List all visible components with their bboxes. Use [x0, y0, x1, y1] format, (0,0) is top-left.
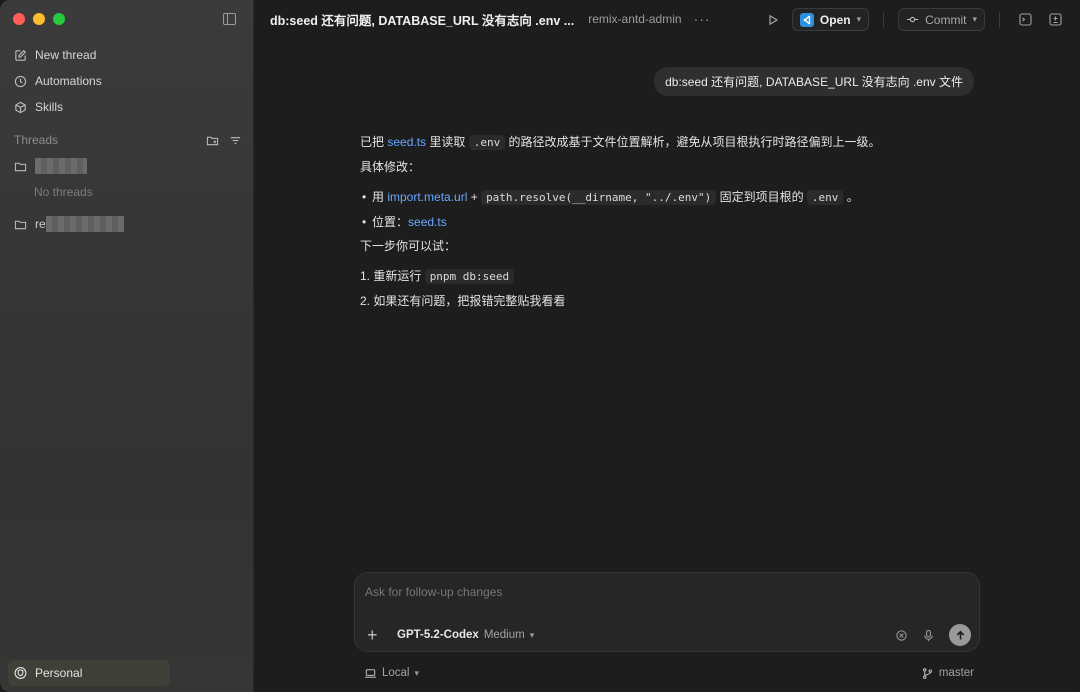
git-branch-icon — [921, 667, 934, 680]
filter-icon[interactable] — [229, 134, 242, 147]
window-controls — [13, 13, 65, 25]
model-selector[interactable]: GPT-5.2-Codex Medium ▾ — [397, 629, 534, 641]
inline-code: path.resolve(__dirname, "../.env") — [481, 190, 717, 205]
open-in-editor-button[interactable]: Open ▾ — [791, 8, 870, 31]
changes-list: 用 import.meta.url + path.resolve(__dirna… — [360, 189, 980, 230]
thread-folder[interactable] — [14, 158, 87, 174]
send-button[interactable] — [949, 624, 971, 646]
changes-label: 具体修改： — [360, 160, 421, 174]
threads-header: Threads — [14, 132, 242, 148]
thread-folder[interactable]: re — [14, 216, 124, 232]
file-link[interactable]: seed.ts — [408, 215, 447, 229]
reasoning-effort: Medium — [483, 629, 525, 641]
sidebar-nav: New thread Automations Skills — [12, 42, 242, 120]
sidebar-item-label: New thread — [35, 48, 97, 62]
next-steps-list: 1. 重新运行 pnpm db:seed 2. 如果还有问题，把报错完整贴我看看 — [360, 268, 980, 309]
account-switcher[interactable]: Personal — [8, 660, 170, 686]
main-panel: db:seed 还有问题, DATABASE_URL 没有志向 .env ...… — [254, 0, 1080, 692]
redacted-folder-name — [35, 158, 87, 174]
laptop-icon — [364, 667, 377, 680]
sidebar-item-label: Automations — [35, 74, 102, 88]
code-link[interactable]: import.meta.url — [387, 190, 467, 204]
account-label: Personal — [35, 666, 83, 680]
list-item: 位置：seed.ts — [360, 214, 980, 230]
redacted-folder-name — [45, 216, 124, 232]
context-icon[interactable] — [895, 629, 908, 642]
top-bar: db:seed 还有问题, DATABASE_URL 没有志向 .env ...… — [254, 0, 1080, 38]
branch-label: master — [938, 667, 974, 679]
inline-code: pnpm db:seed — [424, 269, 515, 284]
sidebar-toggle-icon[interactable] — [223, 13, 236, 25]
file-link[interactable]: seed.ts — [387, 135, 426, 149]
chevron-down-icon: ▾ — [856, 14, 862, 24]
threads-label: Threads — [14, 133, 59, 147]
follow-up-input[interactable]: Ask for follow-up changes — [365, 585, 502, 599]
empty-threads-text: No threads — [34, 185, 93, 199]
zoom-window-button[interactable] — [53, 13, 65, 25]
list-item: 2. 如果还有问题，把报错完整贴我看看 — [360, 294, 566, 308]
inline-code: .env — [468, 135, 506, 150]
chevron-down-icon: ▾ — [529, 629, 535, 640]
chevron-down-icon: ▾ — [414, 667, 420, 678]
list-item: 1. 重新运行 pnpm db:seed — [360, 268, 980, 285]
cube-icon — [14, 101, 27, 114]
model-name: GPT-5.2-Codex — [397, 629, 479, 641]
terminal-icon[interactable] — [1014, 9, 1036, 31]
list-item: 用 import.meta.url + path.resolve(__dirna… — [360, 189, 980, 206]
run-icon[interactable] — [762, 9, 784, 31]
diff-panel-icon[interactable] — [1044, 9, 1066, 31]
folder-label: re — [35, 217, 46, 231]
edit-icon — [14, 49, 27, 62]
open-label: Open — [819, 12, 851, 27]
user-message: db:seed 还有问题, DATABASE_URL 没有志向 .env 文件 — [654, 67, 974, 96]
app-window: New thread Automations Skills Threads No… — [0, 0, 1080, 692]
shield-icon — [14, 667, 27, 680]
thread-title: db:seed 还有问题, DATABASE_URL 没有志向 .env ... — [270, 13, 575, 28]
next-steps-label: 下一步你可以试： — [360, 239, 457, 253]
close-window-button[interactable] — [13, 13, 25, 25]
new-folder-icon[interactable] — [206, 134, 219, 147]
status-footer: Local ▾ master — [364, 664, 974, 682]
answer-intro: 已把 seed.ts 里读取 .env 的路径改成基于文件位置解析，避免从项目根… — [360, 135, 881, 150]
commit-label: Commit — [925, 12, 967, 27]
sidebar-item-new-thread[interactable]: New thread — [12, 42, 242, 68]
commit-icon — [906, 13, 919, 26]
add-attachment-icon[interactable]: + — [367, 626, 378, 644]
sidebar-item-skills[interactable]: Skills — [12, 94, 242, 120]
composer[interactable]: Ask for follow-up changes + GPT-5.2-Code… — [354, 572, 980, 652]
vscode-icon — [799, 12, 814, 27]
repo-name[interactable]: remix-antd-admin — [588, 12, 681, 26]
branch-indicator[interactable]: master — [921, 667, 974, 680]
more-options-icon[interactable]: ··· — [694, 11, 711, 27]
clock-icon — [14, 75, 27, 88]
minimize-window-button[interactable] — [33, 13, 45, 25]
environment-label: Local — [382, 667, 410, 679]
sidebar-item-label: Skills — [35, 100, 64, 114]
sidebar: New thread Automations Skills Threads No… — [0, 0, 254, 692]
sidebar-item-automations[interactable]: Automations — [12, 68, 242, 94]
inline-code: .env — [806, 190, 844, 205]
folder-icon — [14, 160, 27, 173]
assistant-message: 已把 seed.ts 里读取 .env 的路径改成基于文件位置解析，避免从项目根… — [360, 134, 980, 317]
chevron-down-icon: ▾ — [972, 14, 977, 24]
commit-button[interactable]: Commit ▾ — [898, 8, 985, 31]
environment-selector[interactable]: Local ▾ — [364, 667, 419, 680]
folder-icon — [14, 218, 27, 231]
microphone-icon[interactable] — [922, 629, 935, 642]
